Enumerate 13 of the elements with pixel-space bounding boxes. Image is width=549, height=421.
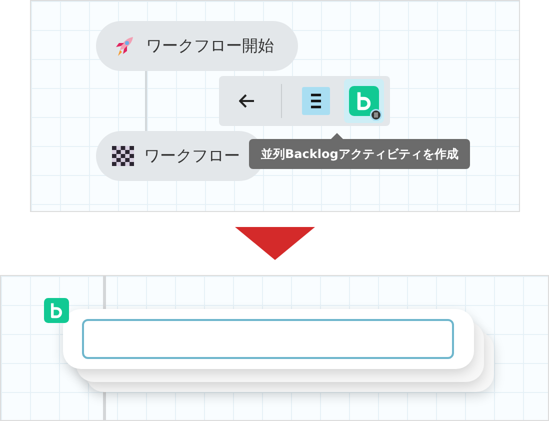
- tooltip-pointer: [331, 133, 343, 139]
- workflow-node[interactable]: ワークフロー開始: [96, 21, 298, 71]
- back-arrow-icon: [239, 94, 255, 108]
- list-badge-icon: [370, 109, 382, 121]
- connector-line: [145, 71, 147, 131]
- node-label: ワークフロー: [144, 146, 240, 166]
- toolbar-button[interactable]: [344, 79, 384, 123]
- list-icon: [302, 87, 330, 115]
- checkered-flag-icon: [112, 146, 134, 166]
- down-triangle-icon: [234, 227, 314, 260]
- node-label: ワークフロー開始: [146, 36, 274, 56]
- input-field[interactable]: [82, 319, 454, 359]
- backlog-logo-icon: [349, 86, 379, 116]
